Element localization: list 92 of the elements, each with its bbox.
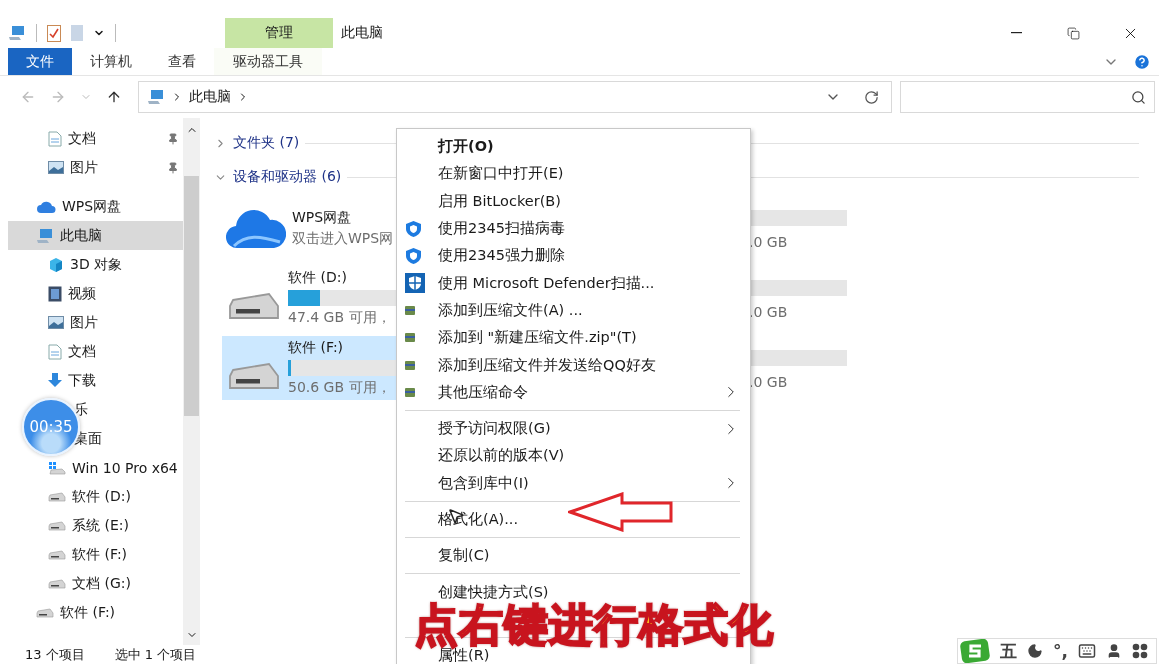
- ribbon-tab[interactable]: 查看: [150, 48, 214, 75]
- nav-item[interactable]: 下载: [68, 371, 96, 390]
- menu-item[interactable]: 添加到压缩文件(A) ...: [397, 296, 750, 325]
- context-tab-header: 管理: [225, 18, 333, 48]
- shield-icon: [405, 273, 425, 294]
- drive-icon: [48, 519, 66, 532]
- archive-icon: [405, 360, 415, 370]
- cloud-icon: [36, 199, 56, 214]
- download-icon: [48, 372, 62, 389]
- breadcrumb-item[interactable]: 此电脑: [189, 88, 231, 106]
- scrollbar-thumb[interactable]: [184, 176, 199, 416]
- pin-icon: [167, 161, 179, 174]
- minimize-icon: [1011, 32, 1022, 34]
- drive-size: .0 GB: [749, 234, 789, 250]
- drive-name: 软件 (F:): [288, 339, 344, 357]
- menu-item[interactable]: 复制(C): [397, 542, 750, 570]
- refresh-icon[interactable]: [864, 89, 879, 105]
- search-field[interactable]: [900, 81, 1155, 113]
- nav-item[interactable]: 软件 (F:): [60, 603, 116, 622]
- drive-icon: [48, 548, 66, 561]
- document-icon: [48, 343, 62, 360]
- moon-icon[interactable]: [1027, 643, 1044, 659]
- address-bar[interactable]: 此电脑: [138, 81, 892, 113]
- nav-item[interactable]: 文档 (G:): [72, 574, 131, 593]
- ribbon-tab[interactable]: 驱动器工具: [214, 48, 322, 75]
- drive-icon: [48, 490, 66, 503]
- drive-name: 软件 (D:): [288, 269, 347, 287]
- selection-count: 选中 1 个项目: [114, 645, 197, 664]
- picture-icon: [48, 316, 64, 329]
- forward-icon[interactable]: [50, 89, 66, 105]
- document-icon: [48, 130, 62, 147]
- nav-item[interactable]: 此电脑: [60, 226, 102, 245]
- picture-icon: [48, 161, 64, 174]
- up-icon[interactable]: [106, 89, 122, 105]
- nav-item[interactable]: 3D 对象: [70, 255, 123, 274]
- computer-icon: [8, 24, 26, 42]
- menu-item[interactable]: 在新窗口中打开(E): [397, 160, 750, 188]
- menu-item[interactable]: 打开(O): [397, 133, 750, 161]
- ribbon-tab[interactable]: 文件: [8, 48, 72, 75]
- nav-item[interactable]: 视频: [68, 284, 96, 303]
- caption-overlay: 点右键进行格式化: [414, 603, 774, 647]
- drive-name: WPS网盘: [292, 208, 352, 227]
- nav-item[interactable]: 文档: [68, 129, 96, 148]
- drive-icon: [48, 577, 66, 590]
- shield-icon: [405, 219, 422, 238]
- group-header[interactable]: 文件夹 (7): [233, 134, 300, 152]
- menu-item[interactable]: 使用 Microsoft Defender扫描...: [397, 269, 750, 297]
- computer-icon: [36, 226, 54, 245]
- menu-item[interactable]: 还原以前的版本(V): [397, 442, 750, 470]
- ribbon-tab[interactable]: 计算机: [72, 48, 150, 75]
- nav-item[interactable]: 软件 (F:): [72, 545, 128, 564]
- archive-icon: [405, 387, 415, 397]
- restore-icon: [1067, 26, 1080, 40]
- drive-size: .0 GB: [749, 374, 789, 390]
- nav-item[interactable]: 软件 (D:): [72, 487, 131, 506]
- computer-icon: [147, 88, 165, 106]
- nav-item[interactable]: WPS网盘: [62, 197, 122, 216]
- item-count: 13 个项目: [25, 645, 85, 664]
- properties-icon[interactable]: [47, 24, 61, 42]
- menu-item[interactable]: 使用2345扫描病毒: [397, 214, 750, 243]
- grid-icon[interactable]: [1132, 643, 1148, 659]
- input-mode[interactable]: 五: [1000, 639, 1018, 663]
- back-icon[interactable]: [20, 89, 36, 105]
- drive-detail: 47.4 GB 可用，: [288, 309, 391, 327]
- window-title: 此电脑: [340, 23, 384, 42]
- archive-icon: [405, 333, 415, 343]
- nav-item[interactable]: 文档: [68, 342, 96, 361]
- help-icon[interactable]: [1133, 52, 1151, 71]
- keyboard-icon[interactable]: [1078, 642, 1096, 660]
- shield-icon: [405, 246, 422, 265]
- user-icon[interactable]: [1106, 643, 1122, 659]
- menu-item[interactable]: 启用 BitLocker(B): [397, 187, 750, 215]
- film-icon: [48, 285, 62, 302]
- nav-item[interactable]: Win 10 Pro x64: [72, 459, 178, 476]
- group-header[interactable]: 设备和驱动器 (6): [233, 168, 342, 186]
- drive-detail: 双击进入WPS网: [292, 229, 394, 248]
- windows-drive-icon: [48, 460, 66, 475]
- menu-item[interactable]: 使用2345强力删除: [397, 242, 750, 270]
- drive-icon: [36, 606, 54, 619]
- punctuation-mode[interactable]: °,: [1053, 641, 1068, 661]
- menu-item[interactable]: 包含到库中(I): [397, 469, 750, 497]
- menu-item[interactable]: 授予访问权限(G): [397, 414, 750, 443]
- pin-icon: [167, 132, 179, 145]
- cube-icon: [48, 256, 64, 273]
- archive-icon: [405, 305, 415, 315]
- drive-detail: 50.6 GB 可用，: [288, 379, 391, 397]
- nav-item[interactable]: 图片: [70, 158, 98, 177]
- scrollbar[interactable]: [183, 118, 200, 645]
- nav-item[interactable]: 图片: [70, 313, 98, 332]
- drive-size: .0 GB: [749, 304, 789, 320]
- search-icon: [1131, 89, 1146, 105]
- nav-item[interactable]: 系统 (E:): [72, 516, 129, 535]
